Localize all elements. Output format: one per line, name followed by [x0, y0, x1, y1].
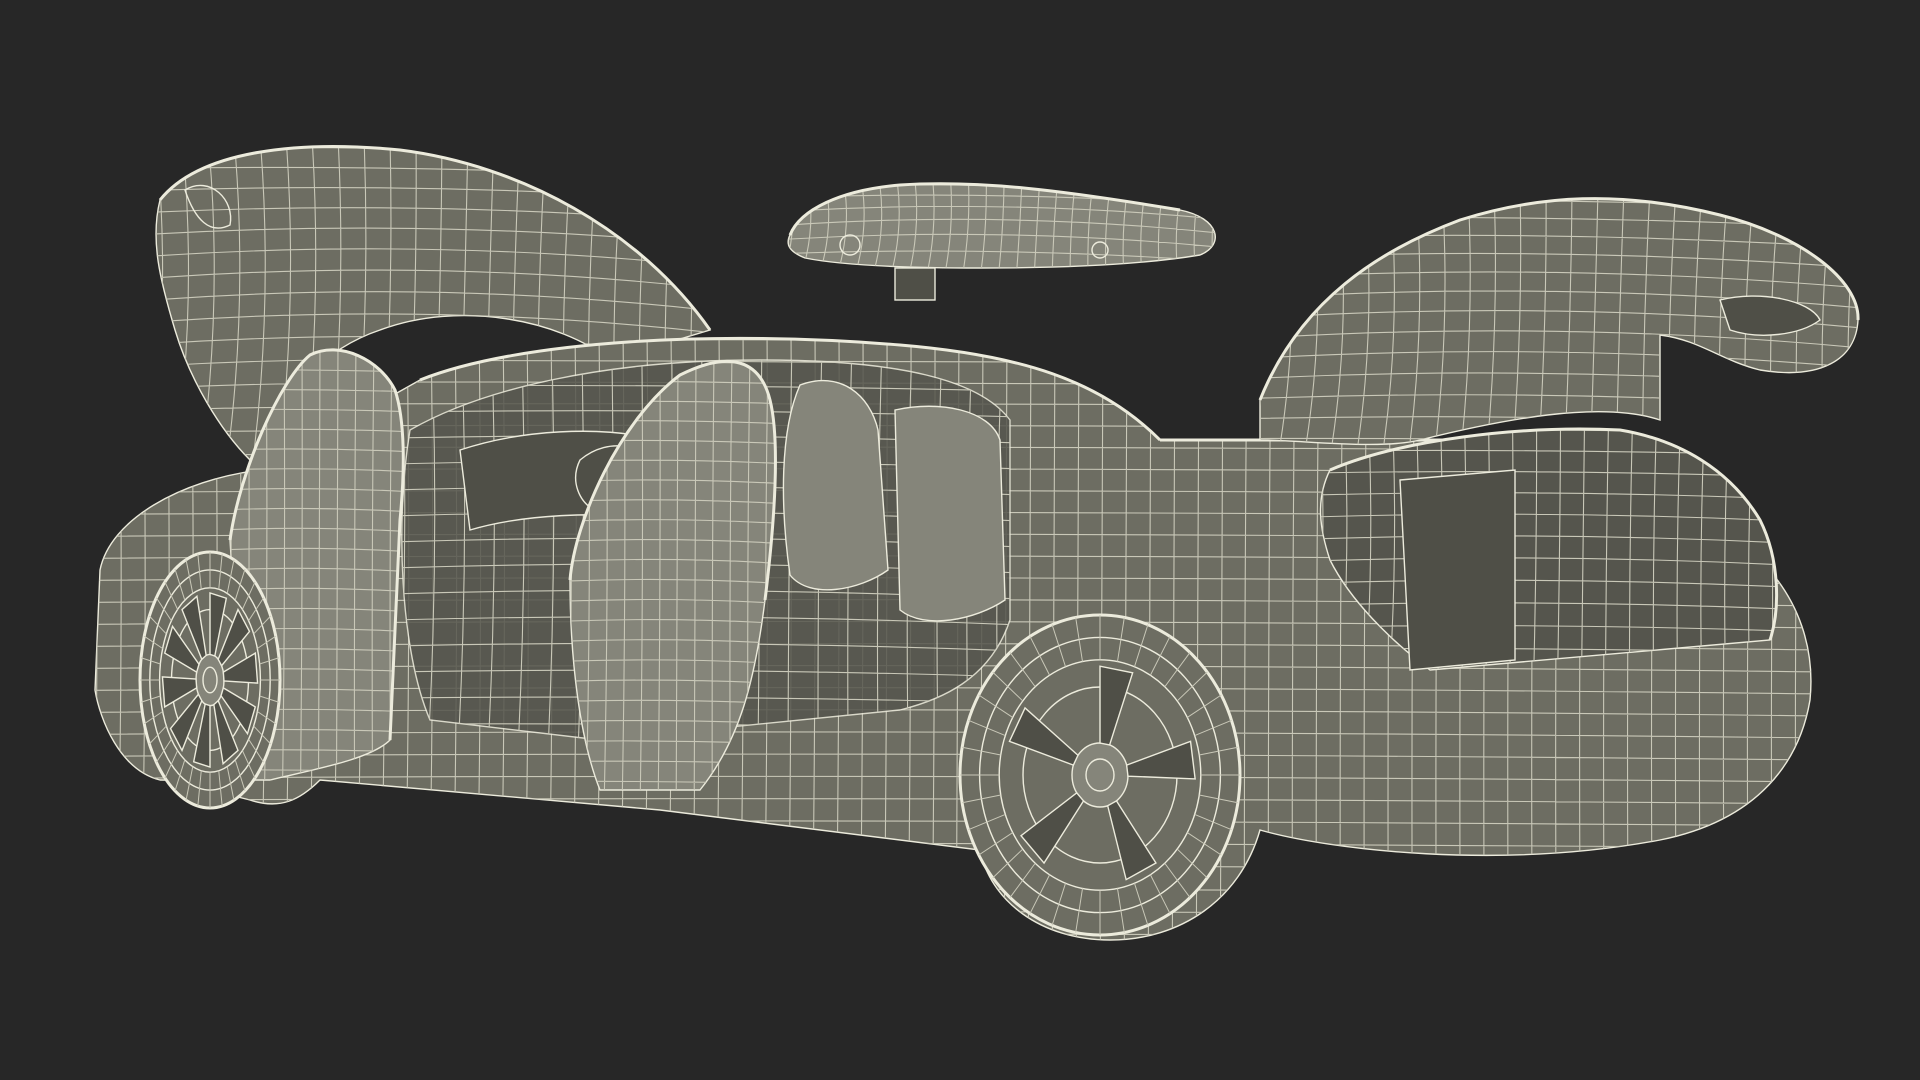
viewport [0, 0, 1920, 1080]
rear-seat [894, 405, 1006, 622]
front-wheel [138, 550, 282, 810]
front-seat [782, 379, 889, 591]
wireframe-car-render [94, 145, 1860, 941]
rear-wheel [958, 613, 1242, 937]
roof-rack-box [787, 182, 1216, 301]
trunk-lid-open [1258, 197, 1860, 446]
